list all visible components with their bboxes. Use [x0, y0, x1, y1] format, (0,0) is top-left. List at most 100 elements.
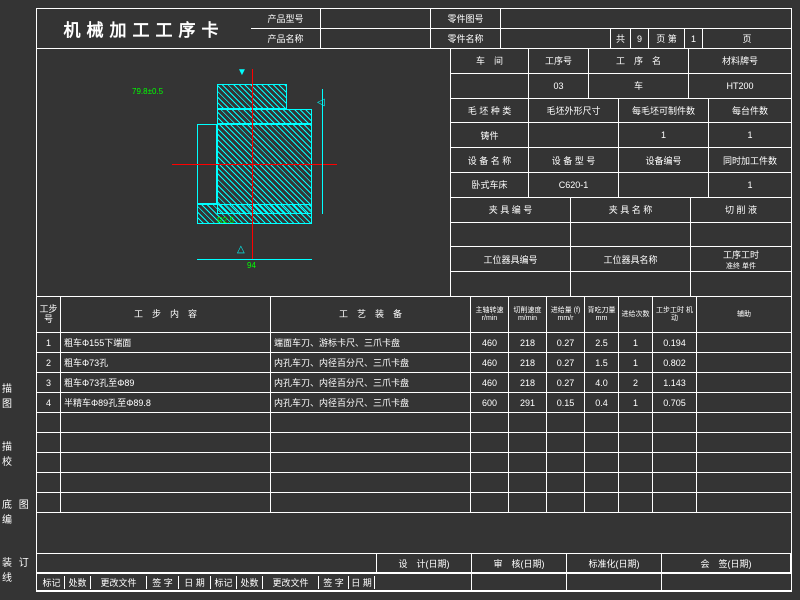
workshop — [451, 74, 529, 98]
step-row: 2粗车Φ73孔内孔车刀、内径百分尺、三爪卡盘4602180.271.510.80… — [37, 353, 791, 373]
cell-tooling: 端面车刀、游标卡尺、三爪卡盘 — [271, 333, 471, 352]
cell-content — [61, 473, 271, 492]
cell-depth — [585, 473, 619, 492]
sheet: 机械加工工序卡 产品型号 零件图号 产品名称 零件名称 共 9 页 第 1 页 — [36, 8, 792, 592]
cell-no — [37, 493, 61, 512]
total-pages: 9 — [631, 29, 649, 48]
cell-feed: 0.15 — [547, 393, 585, 412]
model: C620-1 — [529, 173, 619, 197]
equip-lbl: 设 备 名 称 — [451, 148, 529, 172]
meta-mark2: 标记 — [211, 576, 237, 589]
cell-machine — [653, 473, 697, 492]
cell-passes: 1 — [619, 393, 653, 412]
cell-machine — [653, 413, 697, 432]
part-name-lbl: 零件名称 — [431, 29, 501, 48]
page-no: 1 — [685, 29, 703, 48]
cell-depth: 1.5 — [585, 353, 619, 372]
cell-depth — [585, 413, 619, 432]
cell-no — [37, 413, 61, 432]
equipno-lbl: 设备编号 — [619, 148, 709, 172]
cell-no: 1 — [37, 333, 61, 352]
prod-name-lbl: 产品名称 — [251, 29, 321, 48]
col-tooling: 工 艺 装 备 — [271, 297, 471, 332]
meta-loc2: 处数 — [237, 576, 263, 589]
cell-feed — [547, 493, 585, 512]
cell-machine: 0.705 — [653, 393, 697, 412]
meta-change: 更改文件 — [91, 576, 147, 589]
cell-machine — [653, 433, 697, 452]
cell-depth: 0.4 — [585, 393, 619, 412]
col-aux: 辅助 — [697, 297, 791, 332]
cell-aux — [697, 433, 791, 452]
steps-body: 1粗车Φ155下端面端面车刀、游标卡尺、三爪卡盘4602180.272.510.… — [37, 333, 791, 513]
procname-lbl: 工 序 名 — [589, 49, 689, 73]
cell-machine: 1.143 — [653, 373, 697, 392]
simul: 1 — [709, 173, 791, 197]
cell-machine: 0.194 — [653, 333, 697, 352]
cell-passes: 1 — [619, 353, 653, 372]
cell-cut — [509, 473, 547, 492]
lbl-drawing: 描 图 — [2, 380, 32, 410]
cell-feed: 0.27 — [547, 353, 585, 372]
cell-no: 2 — [37, 353, 61, 372]
perbatch: 1 — [709, 123, 791, 147]
col-speed: 主轴转速 r/min — [471, 297, 509, 332]
meta-sign: 签 字 — [147, 576, 179, 589]
cell-depth: 2.5 — [585, 333, 619, 352]
cell-speed: 460 — [471, 373, 509, 392]
cell-depth — [585, 453, 619, 472]
fixname-lbl: 夹 具 名 称 — [571, 198, 691, 222]
cell-no — [37, 473, 61, 492]
cell-cut: 218 — [509, 333, 547, 352]
cell-aux — [697, 413, 791, 432]
cell-passes: 1 — [619, 333, 653, 352]
prep-lbl: 工序工时准终 单件 — [691, 247, 791, 271]
prod-name — [321, 29, 431, 48]
total-lbl: 共 — [611, 29, 631, 48]
cell-feed — [547, 473, 585, 492]
blank-lbl: 毛 坯 种 类 — [451, 99, 529, 123]
approval-check: 审 核(日期) — [472, 554, 567, 572]
page-lbl: 页 第 — [649, 29, 685, 48]
step-row — [37, 433, 791, 453]
toolno — [451, 272, 571, 296]
prod-model — [321, 9, 431, 28]
meta-mark: 标记 — [39, 576, 65, 589]
cell-machine — [653, 453, 697, 472]
fixno — [451, 223, 571, 247]
step-row — [37, 453, 791, 473]
part-name — [501, 29, 611, 48]
title-row: 机械加工工序卡 产品型号 零件图号 产品名称 零件名称 共 9 页 第 1 页 — [37, 9, 791, 49]
cell-aux — [697, 333, 791, 352]
cell-depth: 4.0 — [585, 373, 619, 392]
approval-values: 标记 处数 更改文件 签 字 日 期 标记 处数 更改文件 签 字 日 期 — [37, 573, 791, 591]
cell-no — [37, 433, 61, 452]
dim-d3: 79.8±0.5 — [132, 87, 163, 96]
page-suffix: 页 — [703, 29, 791, 48]
col-machine: 工步工时 机动 — [653, 297, 697, 332]
dim-d1: 94 — [247, 261, 256, 270]
part-drawno-lbl: 零件图号 — [431, 9, 501, 28]
cell-passes — [619, 433, 653, 452]
technical-drawing: ▼ ◁ △ 79.8±0.5 R2.5 94 — [37, 49, 451, 296]
equipno — [619, 173, 709, 197]
cell-content: 半精车Φ89孔至Φ89.8 — [61, 393, 271, 412]
cell-cut — [509, 433, 547, 452]
meta-loc: 处数 — [65, 576, 91, 589]
approval-std: 标准化(日期) — [567, 554, 662, 572]
step-row — [37, 413, 791, 433]
step-row — [37, 473, 791, 493]
equip: 卧式车床 — [451, 173, 529, 197]
cell-content: 粗车Φ155下端面 — [61, 333, 271, 352]
cell-feed — [547, 413, 585, 432]
info-panel: 车 间 工序号 工 序 名 材料牌号 03 车 HT200 毛 坯 种 类 毛坯… — [451, 49, 791, 296]
percount-lbl: 每毛坯可制件数 — [619, 99, 709, 123]
cell-tooling: 内孔车刀、内径百分尺、三爪卡盘 — [271, 353, 471, 372]
cell-passes — [619, 473, 653, 492]
col-cut: 切削速度 m/min — [509, 297, 547, 332]
cutfluid-lbl: 切 削 液 — [691, 198, 791, 222]
main-title: 机械加工工序卡 — [37, 9, 251, 48]
step-row — [37, 493, 791, 513]
cell-tooling — [271, 473, 471, 492]
step-row: 1粗车Φ155下端面端面车刀、游标卡尺、三爪卡盘4602180.272.510.… — [37, 333, 791, 353]
